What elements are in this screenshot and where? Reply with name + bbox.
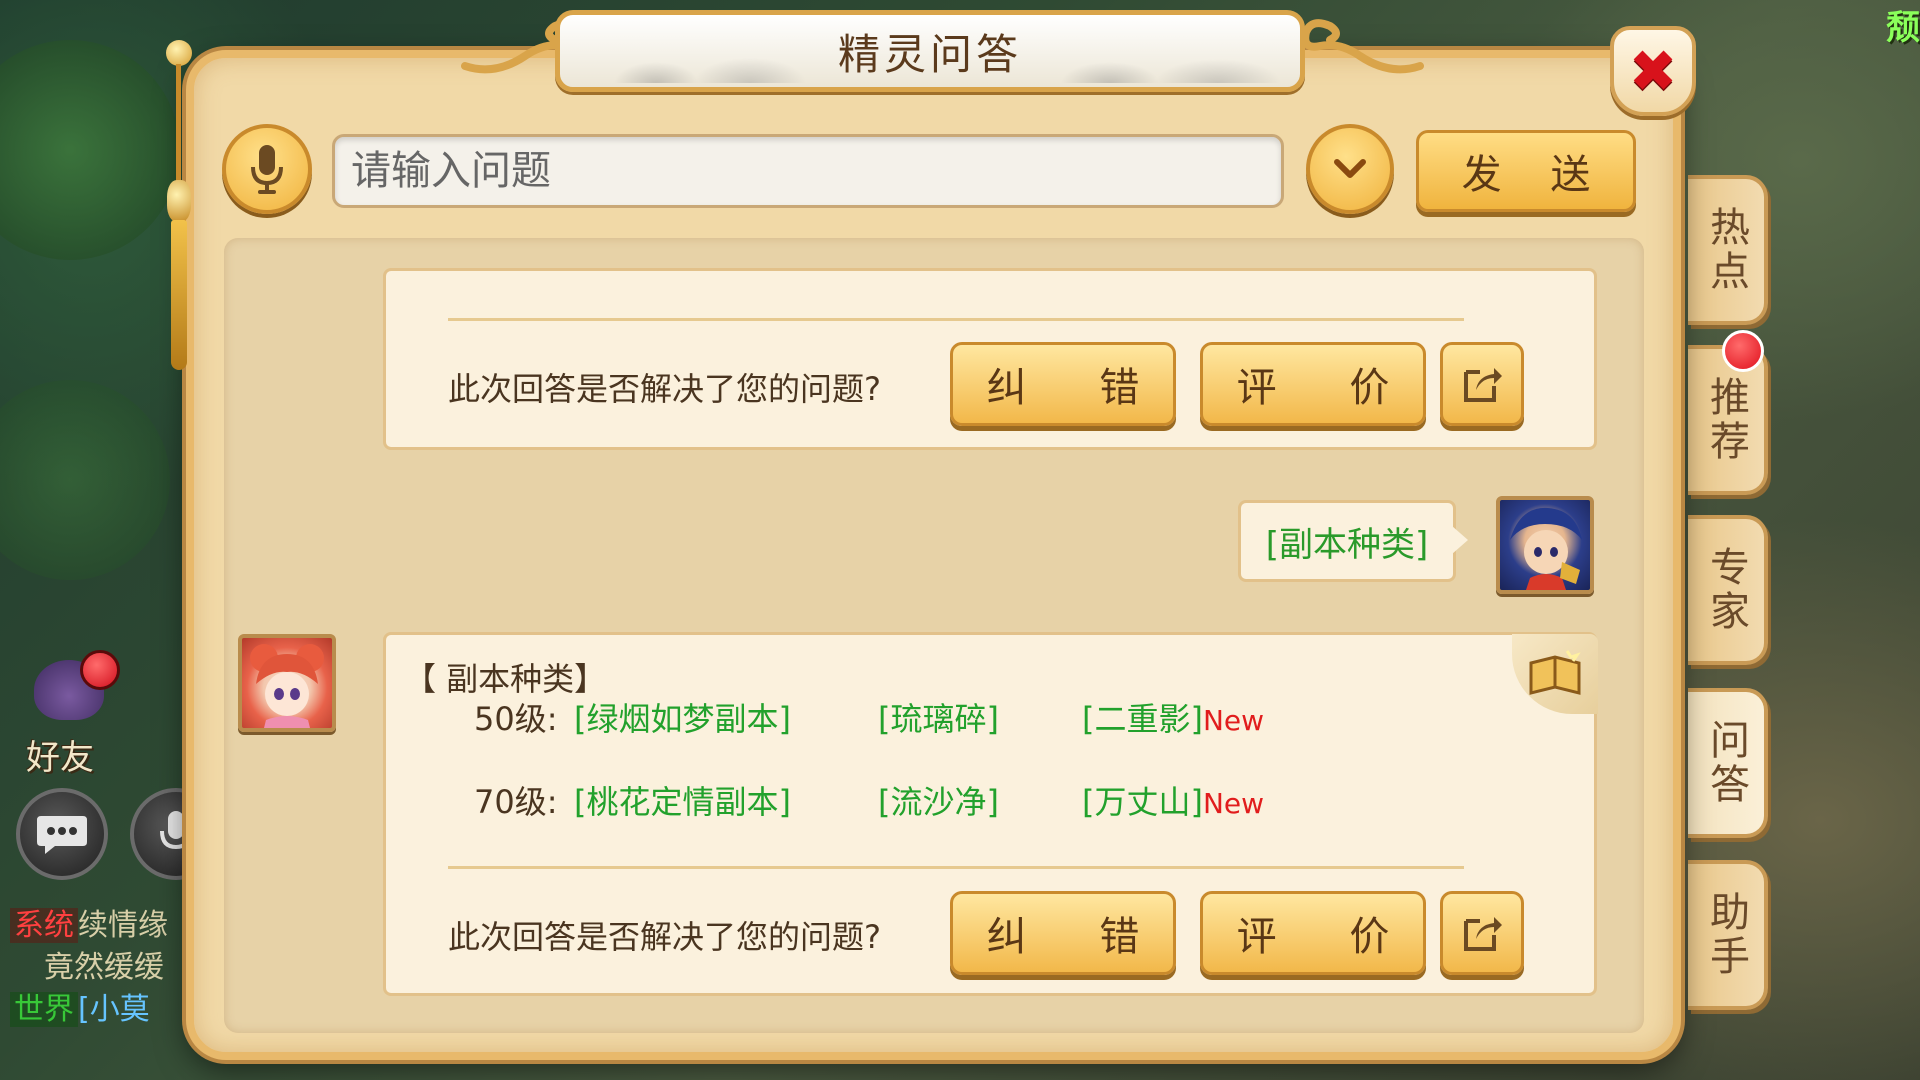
notification-dot <box>1722 330 1764 372</box>
voice-input-button[interactable] <box>222 124 312 214</box>
dialog-title: 精灵问答 <box>837 29 1022 79</box>
chat-text: 续情缘 <box>78 908 168 943</box>
chevron-down-icon <box>1334 159 1366 178</box>
feedback-question: 此次回答是否解决了您的问题? <box>448 370 881 408</box>
dungeon-link[interactable]: [万丈山] <box>1082 777 1203 823</box>
answer-row: 50级: [绿烟如梦副本] [琉璃碎] [二重影]New <box>474 694 1264 740</box>
microphone-icon <box>251 145 283 194</box>
chat-line: 世界 [小莫 <box>10 989 210 1031</box>
send-button[interactable]: 发 送 <box>1416 130 1636 212</box>
close-button[interactable]: ✖ <box>1610 26 1696 116</box>
tab-assistant[interactable]: 助手 <box>1688 860 1768 1010</box>
share-button[interactable] <box>1440 891 1524 975</box>
feedback-question: 此次回答是否解决了您的问题? <box>448 918 881 956</box>
friend-button[interactable]: 好友 <box>18 650 128 780</box>
corner-hud-text: 颓 <box>1886 8 1920 48</box>
new-badge: New <box>1202 787 1265 820</box>
background-foliage <box>0 380 170 580</box>
book-icon <box>1529 650 1581 695</box>
chat-text: 竟然缓缓 <box>44 950 164 985</box>
friend-label: 好友 <box>26 738 94 778</box>
question-input[interactable] <box>332 134 1284 208</box>
dialog-title-banner: 精灵问答 <box>555 10 1305 92</box>
spirit-avatar-icon <box>250 644 324 728</box>
level-label: 70级: <box>474 783 558 821</box>
spirit-avatar <box>238 634 336 732</box>
answer-row: 70级: [桃花定情副本] [流沙净] [万丈山]New <box>474 777 1264 823</box>
tab-hot[interactable]: 热点 <box>1688 175 1768 325</box>
user-message-bubble[interactable]: [副本种类] <box>1238 500 1456 582</box>
chat-log: 系统 续情缘 竟然缓缓 世界 [小莫 <box>10 905 210 1031</box>
fix-error-button[interactable]: 纠 错 <box>950 891 1176 975</box>
share-icon <box>1464 368 1502 402</box>
share-icon <box>1464 917 1502 951</box>
history-dropdown-button[interactable] <box>1306 124 1394 214</box>
fix-error-button[interactable]: 纠 错 <box>950 342 1176 426</box>
chat-line: 竟然缓缓 <box>10 947 210 989</box>
notification-dot <box>80 650 120 690</box>
chat-line: 系统 续情缘 <box>10 905 210 947</box>
new-badge: New <box>1202 704 1265 737</box>
dungeon-link[interactable]: [桃花定情副本] <box>574 777 878 823</box>
chat-bubble-button[interactable] <box>16 788 108 880</box>
chat-bubble-icon <box>37 816 87 854</box>
dungeon-link[interactable]: [琉璃碎] <box>878 694 1082 740</box>
background-foliage <box>0 40 180 260</box>
user-avatar-icon <box>1510 507 1582 590</box>
tab-qa[interactable]: 问答 <box>1688 688 1768 838</box>
chat-text: [小莫 <box>78 992 150 1027</box>
rate-button[interactable]: 评 价 <box>1200 891 1426 975</box>
tab-expert[interactable]: 专家 <box>1688 515 1768 665</box>
dungeon-link[interactable]: [绿烟如梦副本] <box>574 694 878 740</box>
bubble-tail <box>1452 526 1468 554</box>
divider <box>448 866 1464 869</box>
share-button[interactable] <box>1440 342 1524 426</box>
divider <box>448 318 1464 321</box>
game-screen: 颓 好友 系统 续情缘 竟然缓缓 世界 [小莫 热点 推荐 专家 问答 助手 精… <box>0 0 1920 1080</box>
level-label: 50级: <box>474 700 558 738</box>
cloud-ornament-icon <box>1301 19 1424 74</box>
dungeon-link[interactable]: [二重影] <box>1082 694 1203 740</box>
chat-channel-tag: 世界 <box>10 992 78 1027</box>
rope-ornament <box>164 40 194 370</box>
chat-channel-tag: 系统 <box>10 908 78 943</box>
dungeon-link[interactable]: [流沙净] <box>878 777 1082 823</box>
tab-recommend[interactable]: 推荐 <box>1688 345 1768 495</box>
user-avatar <box>1496 496 1594 594</box>
close-icon: ✖ <box>1628 37 1678 105</box>
rate-button[interactable]: 评 价 <box>1200 342 1426 426</box>
